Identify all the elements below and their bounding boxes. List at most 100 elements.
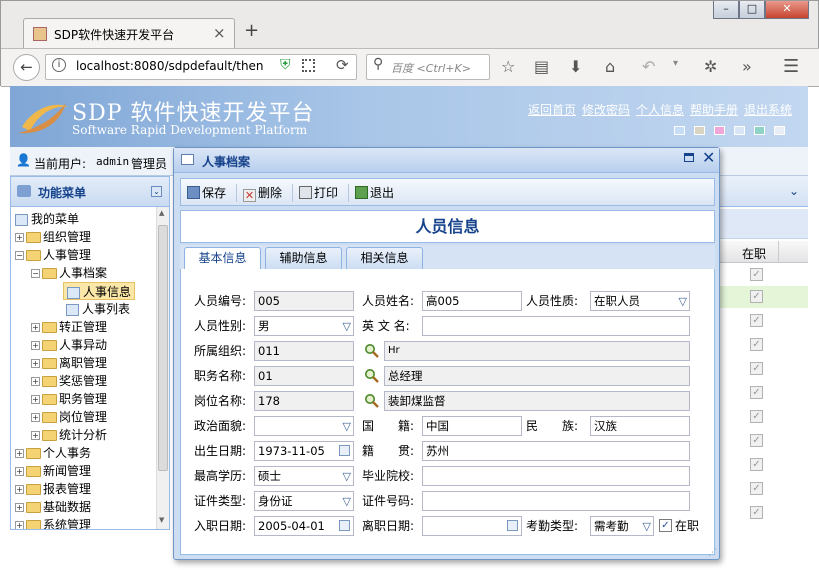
back-button[interactable]: ← xyxy=(13,54,40,81)
en-name-field[interactable] xyxy=(422,316,690,336)
row-checkbox[interactable]: ✓ xyxy=(750,386,763,399)
expand-icon[interactable]: + xyxy=(31,413,40,422)
dropdown-icon[interactable]: ▽ xyxy=(343,318,351,335)
theme-swatch[interactable] xyxy=(774,126,785,135)
post-name-field[interactable]: 装卸煤监督 xyxy=(384,391,690,411)
link-change-password[interactable]: 修改密码 xyxy=(582,101,630,118)
print-button[interactable]: 打印 xyxy=(299,184,338,202)
expand-icon[interactable]: + xyxy=(31,377,40,386)
scroll-down-icon[interactable]: ▼ xyxy=(159,516,164,524)
org-name-field[interactable]: Hr xyxy=(384,341,690,361)
expand-icon[interactable]: + xyxy=(15,449,24,458)
org-code-field[interactable]: 011 xyxy=(254,341,354,361)
expand-icon[interactable]: + xyxy=(31,359,40,368)
sidebar-item-personal[interactable]: + 个人事务 xyxy=(15,444,91,462)
sidebar-item-hr[interactable]: − 人事管理 xyxy=(15,246,91,264)
expand-icon[interactable]: + xyxy=(31,395,40,404)
menu-icon[interactable]: ☰ xyxy=(783,56,799,77)
maximize-button[interactable]: □ xyxy=(739,1,765,19)
post-search-icon[interactable] xyxy=(364,393,380,409)
info-icon[interactable]: i xyxy=(52,58,66,72)
expand-icon[interactable]: + xyxy=(15,485,24,494)
scroll-thumb[interactable] xyxy=(158,225,168,471)
dropdown-icon[interactable]: ▽ xyxy=(343,418,351,435)
dropdown-icon[interactable]: ▽ xyxy=(679,293,687,310)
close-tab-icon[interactable]: × xyxy=(213,24,226,42)
onjob-checkbox[interactable]: ✓ xyxy=(659,519,672,532)
nationality-field[interactable]: 中国 xyxy=(422,416,522,436)
theme-swatch[interactable] xyxy=(754,126,765,135)
resize-grip-icon[interactable]: ⋰ xyxy=(708,548,717,558)
reader-view-icon[interactable]: ▤ xyxy=(534,57,549,76)
sidebar-item-hr-list[interactable]: 人事列表 xyxy=(63,300,130,318)
expand-icon[interactable]: + xyxy=(31,323,40,332)
row-checkbox[interactable]: ✓ xyxy=(750,268,763,281)
birth-date-field[interactable]: 1973-11-05 xyxy=(254,441,354,461)
theme-swatch[interactable] xyxy=(714,126,725,135)
sidebar-item-transfer[interactable]: + 人事异动 xyxy=(31,336,107,354)
collapse-icon[interactable]: − xyxy=(15,251,24,260)
sidebar-item-reward[interactable]: + 奖惩管理 xyxy=(31,372,107,390)
attendance-type-select[interactable]: 需考勤 ▽ xyxy=(590,516,654,536)
dialog-header[interactable]: 人事档案 ✕ xyxy=(174,148,719,173)
row-checkbox[interactable]: ✓ xyxy=(750,410,763,423)
expand-icon[interactable]: + xyxy=(31,341,40,350)
tab-aux-info[interactable]: 辅助信息 xyxy=(265,247,342,270)
qr-code-icon[interactable] xyxy=(302,59,315,72)
org-search-icon[interactable] xyxy=(364,343,380,359)
expand-icon[interactable]: + xyxy=(15,521,24,529)
search-input[interactable]: ⚲ 百度 <Ctrl+K> xyxy=(366,54,490,80)
expand-icon[interactable]: + xyxy=(15,503,24,512)
collapse-icon[interactable]: ⌄ xyxy=(151,186,162,197)
maximize-icon[interactable] xyxy=(684,153,694,162)
emp-no-field[interactable]: 005 xyxy=(254,291,354,311)
theme-swatch[interactable] xyxy=(674,126,685,135)
close-icon[interactable]: ✕ xyxy=(702,148,715,167)
education-select[interactable]: 硕士 ▽ xyxy=(254,466,354,486)
sidebar-item-hr-info[interactable]: 人事信息 xyxy=(63,282,136,300)
overflow-icon[interactable]: » xyxy=(742,57,752,76)
sidebar-item-report[interactable]: + 报表管理 xyxy=(15,480,91,498)
scroll-up-icon[interactable]: ▲ xyxy=(159,209,164,217)
sidebar-item-duty[interactable]: + 职务管理 xyxy=(31,390,107,408)
duty-code-field[interactable]: 01 xyxy=(254,366,354,386)
dropdown-icon[interactable]: ▽ xyxy=(343,468,351,485)
post-code-field[interactable]: 178 xyxy=(254,391,354,411)
shield-icon[interactable]: ⛨ xyxy=(280,57,291,73)
gender-select[interactable]: 男 ▽ xyxy=(254,316,354,336)
download-icon[interactable]: ⬇ xyxy=(569,57,582,76)
sidebar-item-resign[interactable]: + 离职管理 xyxy=(31,354,107,372)
native-place-field[interactable]: 苏州 xyxy=(422,441,690,461)
duty-search-icon[interactable] xyxy=(364,368,380,384)
new-tab-button[interactable]: + xyxy=(244,20,259,41)
id-number-field[interactable] xyxy=(422,491,690,511)
browser-tab[interactable]: SDP软件快速开发平台 × xyxy=(23,18,235,49)
expand-icon[interactable]: + xyxy=(15,467,24,476)
row-checkbox[interactable]: ✓ xyxy=(750,314,763,327)
school-field[interactable] xyxy=(422,466,690,486)
expand-icon[interactable]: + xyxy=(31,431,40,440)
duty-name-field[interactable]: 总经理 xyxy=(384,366,690,386)
name-field[interactable]: 高005 xyxy=(422,291,522,311)
row-checkbox[interactable]: ✓ xyxy=(750,290,763,303)
leave-date-field[interactable] xyxy=(422,516,522,536)
reload-icon[interactable]: ⟳ xyxy=(336,56,349,74)
calendar-icon[interactable] xyxy=(507,520,518,531)
row-checkbox[interactable]: ✓ xyxy=(750,338,763,351)
row-checkbox[interactable]: ✓ xyxy=(750,506,763,519)
link-help[interactable]: 帮助手册 xyxy=(690,101,738,118)
status-select[interactable]: 在职人员 ▽ xyxy=(590,291,690,311)
sidebar-item-hr-archive[interactable]: − 人事档案 xyxy=(31,264,107,282)
row-checkbox[interactable]: ✓ xyxy=(750,458,763,471)
row-checkbox[interactable]: ✓ xyxy=(750,362,763,375)
sidebar-item-system[interactable]: + 系统管理 xyxy=(15,516,91,529)
link-home[interactable]: 返回首页 xyxy=(528,101,576,118)
sidebar-scrollbar[interactable]: ▲ ▼ xyxy=(156,207,169,529)
chevron-down-icon[interactable]: ▾ xyxy=(673,58,678,69)
theme-swatch[interactable] xyxy=(694,126,705,135)
expand-icon[interactable]: + xyxy=(15,233,24,242)
sidebar-item-org[interactable]: + 组织管理 xyxy=(15,228,91,246)
save-button[interactable]: 保存 xyxy=(187,184,226,202)
undo-icon[interactable]: ↶ xyxy=(642,57,655,76)
minimize-button[interactable]: – xyxy=(713,1,739,19)
